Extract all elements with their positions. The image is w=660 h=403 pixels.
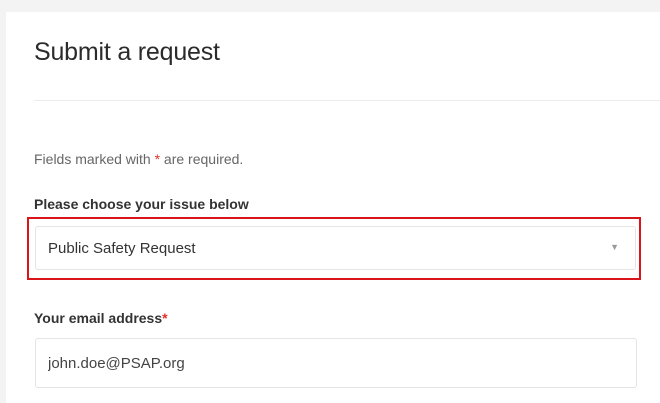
request-form-card: Submit a request Fields marked with * ar…: [6, 12, 660, 403]
page-title: Submit a request: [34, 38, 220, 66]
title-divider: [34, 100, 660, 101]
issue-select[interactable]: Public Safety Request ▼: [35, 226, 636, 270]
required-note-prefix: Fields marked with: [34, 151, 155, 167]
chevron-down-icon: ▼: [610, 242, 619, 252]
email-field[interactable]: [35, 338, 637, 388]
required-note-suffix: are required.: [160, 151, 244, 167]
email-required-star: *: [162, 310, 168, 326]
email-field-label: Your email address*: [34, 310, 168, 326]
email-label-text: Your email address: [34, 310, 163, 326]
issue-select-value: Public Safety Request: [48, 240, 196, 257]
issue-select-label: Please choose your issue below: [34, 196, 249, 212]
required-fields-note: Fields marked with * are required.: [34, 151, 243, 167]
